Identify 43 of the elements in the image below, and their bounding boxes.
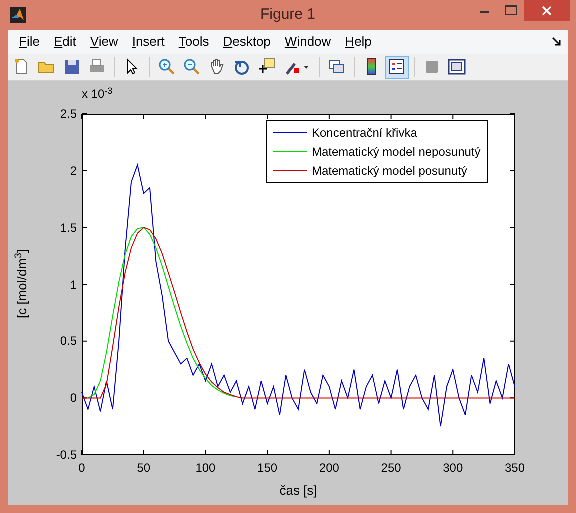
- menu-item[interactable]: File: [12, 32, 47, 52]
- x-tick-label: 100: [196, 461, 216, 475]
- menu-item[interactable]: Help: [338, 32, 379, 52]
- window-panes-icon: [448, 58, 466, 76]
- maximize-icon: [505, 5, 517, 15]
- y-tick-label: 2.5: [60, 107, 77, 121]
- close-button[interactable]: [524, 0, 570, 21]
- x-tick-label: 150: [258, 461, 278, 475]
- x-tick-label: 200: [319, 461, 340, 475]
- menu-item[interactable]: View: [83, 32, 126, 52]
- menu-item[interactable]: Desktop: [216, 32, 278, 52]
- x-tick-label: 300: [443, 461, 464, 475]
- y-tick-label: 0: [70, 391, 77, 406]
- x-tick-label: 350: [504, 461, 526, 475]
- zoom-out-icon: [183, 58, 201, 76]
- y-tick-label: 2: [70, 164, 77, 178]
- legend-icon: [388, 58, 406, 76]
- legend-label: Matematický model posunutý: [312, 162, 468, 180]
- y-tick-label: -0.5: [56, 448, 77, 462]
- linked-windows-icon: [328, 58, 346, 76]
- menu-item[interactable]: Insert: [125, 32, 172, 52]
- rotate-icon: [233, 58, 251, 76]
- y-tick-label: 1.5: [60, 220, 77, 235]
- close-icon: [542, 6, 552, 16]
- x-axis-label: čas [s]: [280, 482, 318, 500]
- x-tick-label: 250: [381, 461, 402, 475]
- y-tick-label: 1: [70, 278, 77, 292]
- toolbar-button[interactable]: [385, 56, 409, 78]
- y-tick-label: 0.5: [60, 334, 77, 348]
- menu-item[interactable]: Edit: [46, 32, 84, 52]
- legend-label: Koncentrační křivka: [312, 124, 418, 142]
- x-tick-label: 50: [137, 461, 151, 475]
- menu-item[interactable]: Tools: [172, 32, 216, 52]
- data-cursor-icon: [258, 58, 276, 76]
- dock-arrow-icon[interactable]: [552, 37, 562, 47]
- zoom-in-icon: [158, 58, 176, 76]
- x-tick-label: 0: [78, 461, 86, 475]
- square-icon: [423, 58, 441, 76]
- menu-item[interactable]: Window: [278, 32, 338, 52]
- axis-exponent-label: x 10$^{-3}$: [82, 85, 113, 103]
- window-title: Figure 1: [260, 4, 316, 25]
- legend-label: Matematický model neposunutý: [312, 144, 481, 160]
- app-logo-icon: [10, 7, 26, 23]
